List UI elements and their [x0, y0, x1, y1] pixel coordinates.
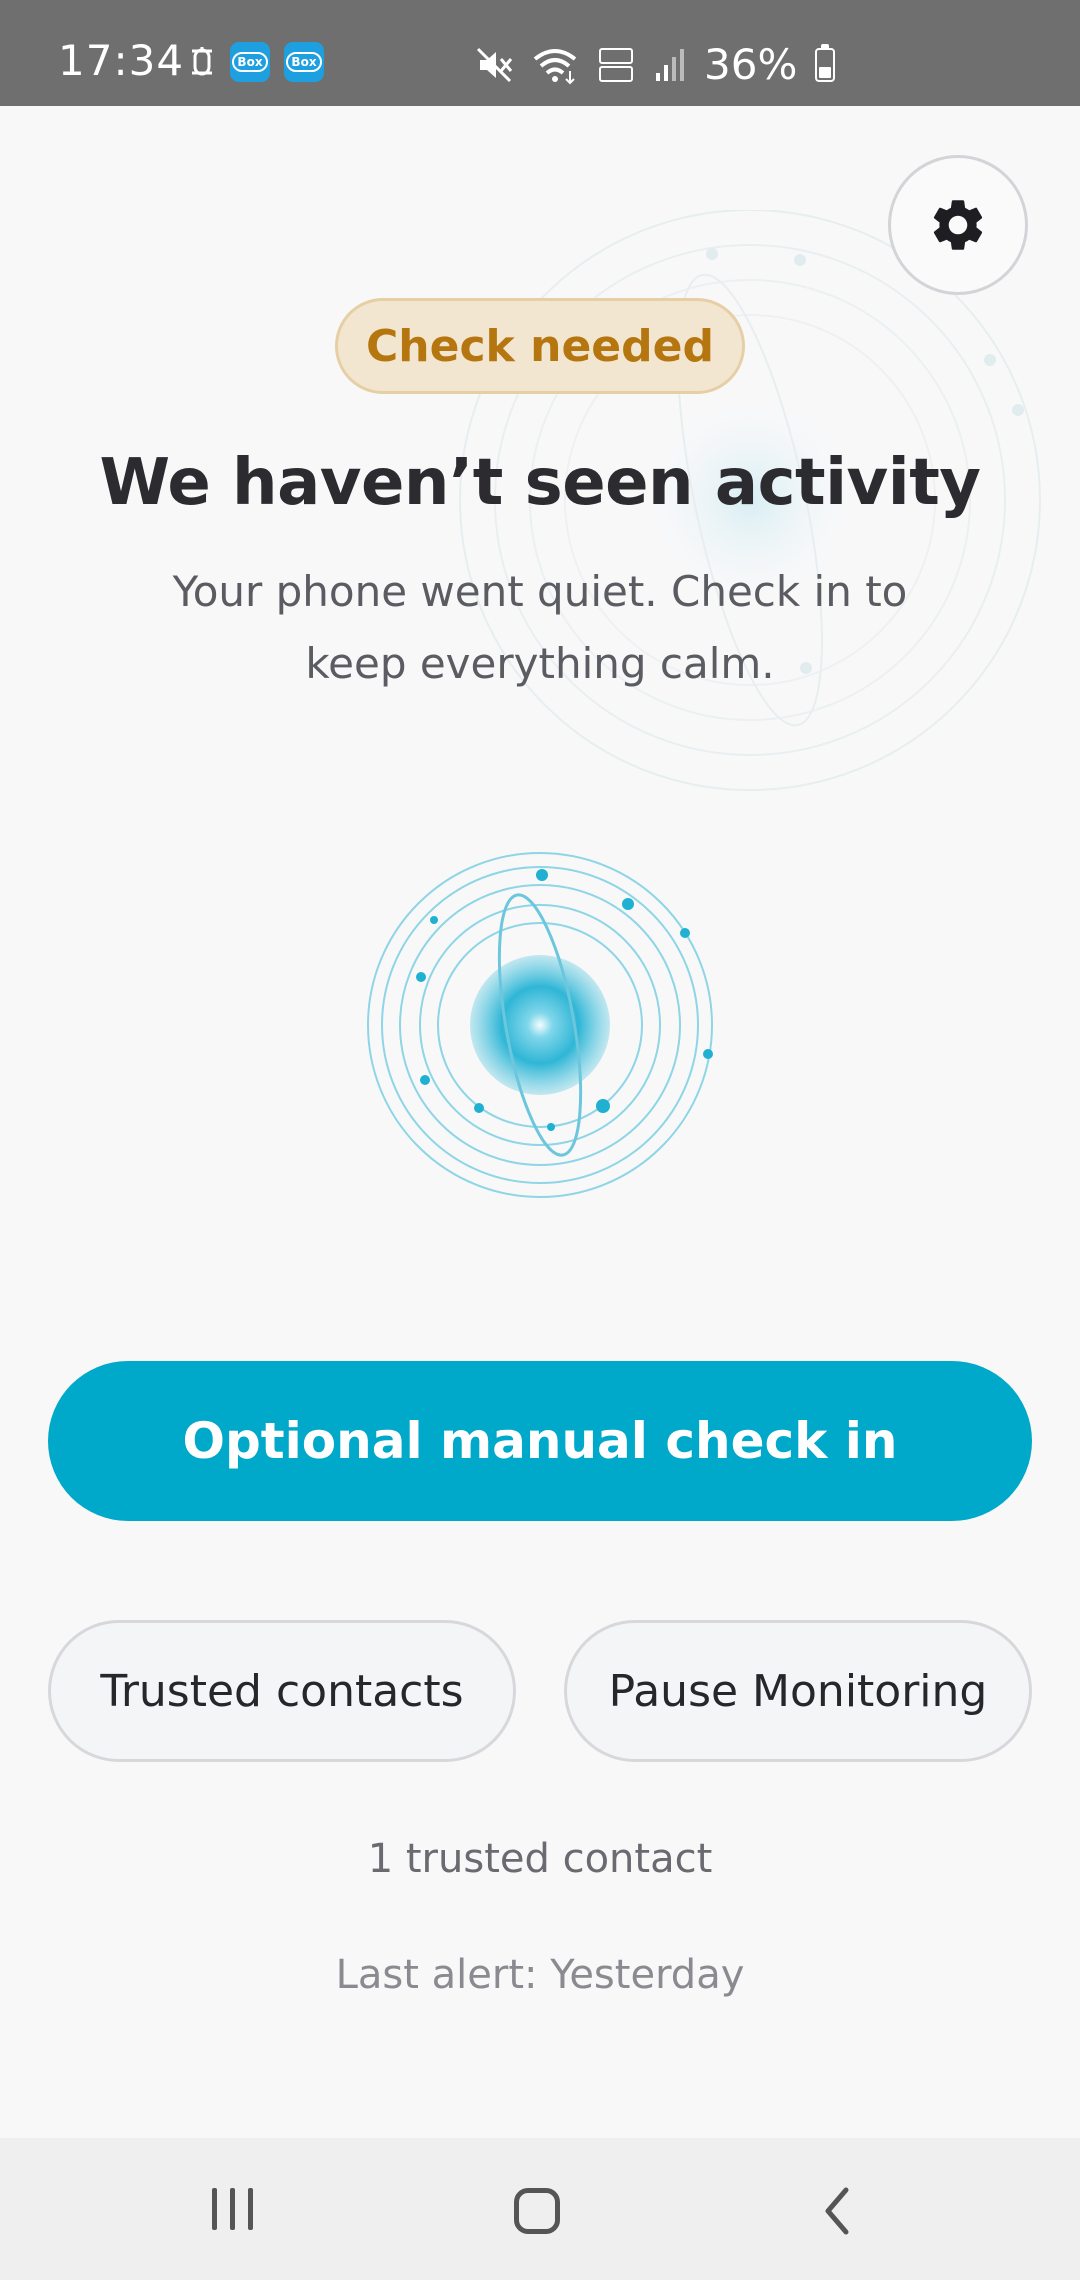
- volte-icon: [599, 47, 633, 82]
- status-bar: 17:34 Box Box 36%: [0, 0, 1080, 106]
- back-icon[interactable]: [822, 2186, 852, 2236]
- trusted-contact-count: 1 trusted contact: [367, 1836, 713, 1882]
- wifi-icon: [533, 48, 577, 84]
- page-subtitle: Your phone went quiet. Check in to keep …: [172, 567, 908, 688]
- battery-icon: [815, 43, 836, 82]
- status-badge: Check needed: [335, 298, 745, 394]
- orbit-illustration: [367, 852, 713, 1198]
- box-app-icon: Box: [284, 42, 324, 82]
- page-title: We haven’t seen activity: [99, 446, 982, 520]
- trusted-contacts-button[interactable]: Trusted contacts: [48, 1620, 516, 1762]
- mute-icon: [476, 47, 513, 82]
- navigation-bar: [0, 2138, 1080, 2280]
- box-app-icon: Box: [230, 42, 270, 82]
- settings-button[interactable]: [888, 155, 1028, 295]
- status-time: 17:34: [58, 36, 185, 85]
- battery-percentage: 36%: [704, 40, 798, 89]
- manual-check-in-button[interactable]: Optional manual check in: [48, 1361, 1032, 1521]
- gear-icon: [933, 200, 983, 250]
- sim-icon: [192, 47, 212, 76]
- last-alert-text: Last alert: Yesterday: [335, 1952, 745, 1998]
- pause-monitoring-button[interactable]: Pause Monitoring: [564, 1620, 1032, 1762]
- signal-icon: [656, 48, 684, 81]
- home-icon[interactable]: [514, 2188, 560, 2234]
- recents-icon[interactable]: [212, 2188, 253, 2230]
